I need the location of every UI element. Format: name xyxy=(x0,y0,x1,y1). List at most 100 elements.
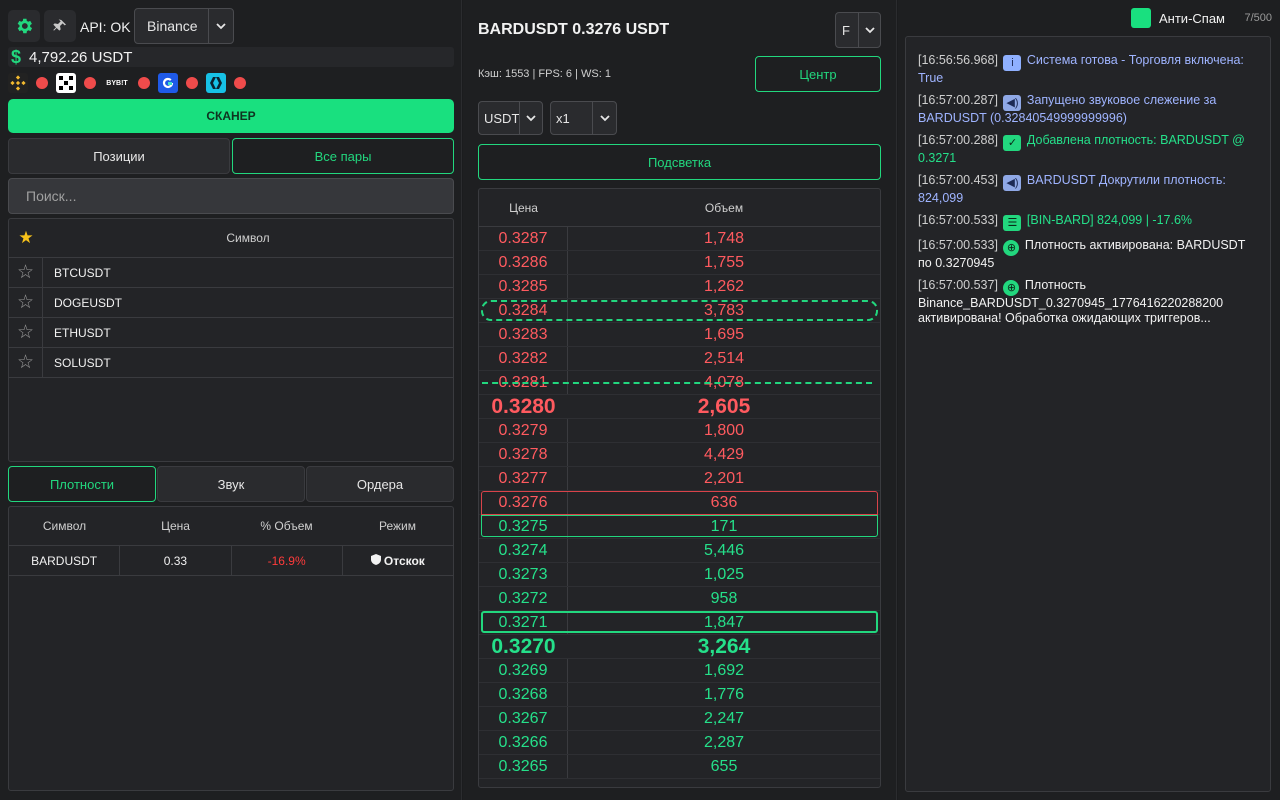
ask-row[interactable]: 0.3282 2,514 xyxy=(479,347,880,371)
binance-icon[interactable] xyxy=(8,73,28,93)
antispam-toggle[interactable]: Анти-Спам xyxy=(1131,8,1225,28)
check-icon: ✓ xyxy=(1003,135,1022,151)
volume: 958 xyxy=(710,589,738,607)
volume: 636 xyxy=(710,493,738,511)
center-button[interactable]: Центр xyxy=(755,56,881,92)
ask-row-trigger[interactable]: 0.3281 4,078 xyxy=(479,371,880,395)
price-column-header: Цена xyxy=(509,200,538,215)
tab-orders[interactable]: Ордера xyxy=(306,466,454,502)
price: 0.3287 xyxy=(479,227,568,250)
pair-title: BARDUSDT 0.3276 USDT xyxy=(478,21,670,38)
log-entry: [16:57:00.288] ✓ Добавлена плотность: BA… xyxy=(918,133,1258,166)
bybit-icon[interactable]: BYB!T xyxy=(104,73,130,93)
volume: 655 xyxy=(710,757,738,775)
quote-select[interactable]: USDT xyxy=(478,101,543,135)
ask-row-density[interactable]: 0.3284 3,783 xyxy=(479,299,880,323)
bid-row-density[interactable]: 0.3271 1,847 xyxy=(479,611,880,635)
ask-row[interactable]: 0.3278 4,429 xyxy=(479,443,880,467)
star-outline-icon[interactable]: ☆ xyxy=(9,318,43,347)
ask-row[interactable]: 0.3285 1,262 xyxy=(479,275,880,299)
star-outline-icon[interactable]: ☆ xyxy=(9,348,43,377)
gear-icon xyxy=(17,18,33,34)
tab-densities[interactable]: Плотности xyxy=(8,466,156,502)
ask-row[interactable]: 0.3277 2,201 xyxy=(479,467,880,491)
tab-sound[interactable]: Звук xyxy=(157,466,305,502)
volume: 1,695 xyxy=(703,325,745,343)
search-input[interactable]: Поиск... xyxy=(8,178,454,214)
density-price: 0.33 xyxy=(120,546,232,575)
bars-icon: ☰ xyxy=(1003,215,1022,231)
price: 0.3286 xyxy=(479,251,568,274)
bitget-icon[interactable] xyxy=(206,73,226,93)
ask-row[interactable]: 0.3283 1,695 xyxy=(479,323,880,347)
log-timestamp: [16:57:00.453] xyxy=(918,173,998,187)
best-bid-row[interactable]: 0.3270 3,264 xyxy=(479,635,880,659)
price: 0.3278 xyxy=(479,443,568,466)
bottom-tabs: Плотности Звук Ордера xyxy=(8,466,454,502)
bid-row[interactable]: 0.3273 1,025 xyxy=(479,563,880,587)
exchange-select[interactable]: Binance xyxy=(134,8,234,44)
volume-column-header: Объем xyxy=(704,200,744,215)
price: 0.3268 xyxy=(479,683,568,706)
scanner-button[interactable]: СКАНЕР xyxy=(8,99,454,133)
bid-row[interactable]: 0.3269 1,692 xyxy=(479,659,880,683)
toggle-checkbox[interactable] xyxy=(1131,8,1151,28)
bid-row[interactable]: 0.3274 5,446 xyxy=(479,539,880,563)
bid-row[interactable]: 0.3267 2,247 xyxy=(479,707,880,731)
star-outline-icon[interactable]: ☆ xyxy=(9,258,43,287)
tab-positions[interactable]: Позиции xyxy=(8,138,230,174)
log-entry: [16:57:00.453] ◀) BARDUSDT Докрутили пло… xyxy=(918,173,1258,206)
settings-button[interactable] xyxy=(8,10,40,42)
column-price: Цена xyxy=(161,519,190,533)
symbols-column-header: Символ xyxy=(226,231,270,245)
multiplier-select-value: x1 xyxy=(556,110,570,126)
table-row[interactable]: BARDUSDT 0.33 -16.9% Отскок xyxy=(9,546,453,576)
bid-row[interactable]: 0.3265 655 xyxy=(479,755,880,779)
bid-row[interactable]: 0.3268 1,776 xyxy=(479,683,880,707)
volume: 4,078 xyxy=(703,373,745,391)
target-icon: ⊕ xyxy=(1003,280,1020,296)
bid-row-current[interactable]: 0.3275 171 xyxy=(479,515,880,539)
log-panel: Анти-Спам 7/500 [16:56:56.968] i Система… xyxy=(898,0,1280,800)
ask-row[interactable]: 0.3287 1,748 xyxy=(479,227,880,251)
symbols-table-header: ★ Символ xyxy=(9,219,453,258)
ask-row[interactable]: 0.3286 1,755 xyxy=(479,251,880,275)
star-filled-icon[interactable]: ★ xyxy=(9,228,43,248)
highlight-button[interactable]: Подсветка xyxy=(478,144,881,180)
okx-icon[interactable] xyxy=(56,73,76,93)
binance-status-dot xyxy=(36,77,48,89)
table-row[interactable]: ☆ SOLUSDT xyxy=(9,348,453,378)
star-outline-icon[interactable]: ☆ xyxy=(9,288,43,317)
gate-icon[interactable] xyxy=(158,73,178,93)
log-entry: [16:57:00.287] ◀) Запущено звуковое слеж… xyxy=(918,93,1258,126)
pin-button[interactable] xyxy=(44,10,76,42)
balance-bar: $ 4,792.26 USDT xyxy=(8,47,454,67)
price: 0.3267 xyxy=(479,707,568,730)
bid-row[interactable]: 0.3266 2,287 xyxy=(479,731,880,755)
table-row[interactable]: ☆ ETHUSDT xyxy=(9,318,453,348)
tab-all-pairs[interactable]: Все пары xyxy=(232,138,454,174)
symbol-name: BTCUSDT xyxy=(54,265,111,280)
price: 0.3272 xyxy=(479,587,568,610)
price: 0.3285 xyxy=(479,275,568,298)
ask-row-current[interactable]: 0.3276 636 xyxy=(479,491,880,515)
multiplier-select[interactable]: x1 xyxy=(550,101,617,135)
bid-row[interactable]: 0.3272 958 xyxy=(479,587,880,611)
chevron-down-icon xyxy=(208,9,233,43)
best-ask-row[interactable]: 0.3280 2,605 xyxy=(479,395,880,419)
density-mode[interactable]: Отскок xyxy=(343,546,453,575)
ask-row[interactable]: 0.3279 1,800 xyxy=(479,419,880,443)
orderbook-header: Цена Объем xyxy=(479,189,880,227)
price: 0.3282 xyxy=(479,347,568,370)
volume: 2,514 xyxy=(703,349,745,367)
event-log: [16:56:56.968] i Система готова - Торгов… xyxy=(905,36,1271,792)
table-row[interactable]: ☆ BTCUSDT xyxy=(9,258,453,288)
chevron-down-icon xyxy=(519,102,542,134)
target-icon: ⊕ xyxy=(1003,240,1020,256)
gate-status-dot xyxy=(186,77,198,89)
table-row[interactable]: ☆ DOGEUSDT xyxy=(9,288,453,318)
price: 0.3281 xyxy=(479,371,568,394)
volume: 2,287 xyxy=(703,733,745,751)
log-timestamp: [16:57:00.537] xyxy=(918,278,998,292)
futures-select[interactable]: F xyxy=(835,12,881,48)
